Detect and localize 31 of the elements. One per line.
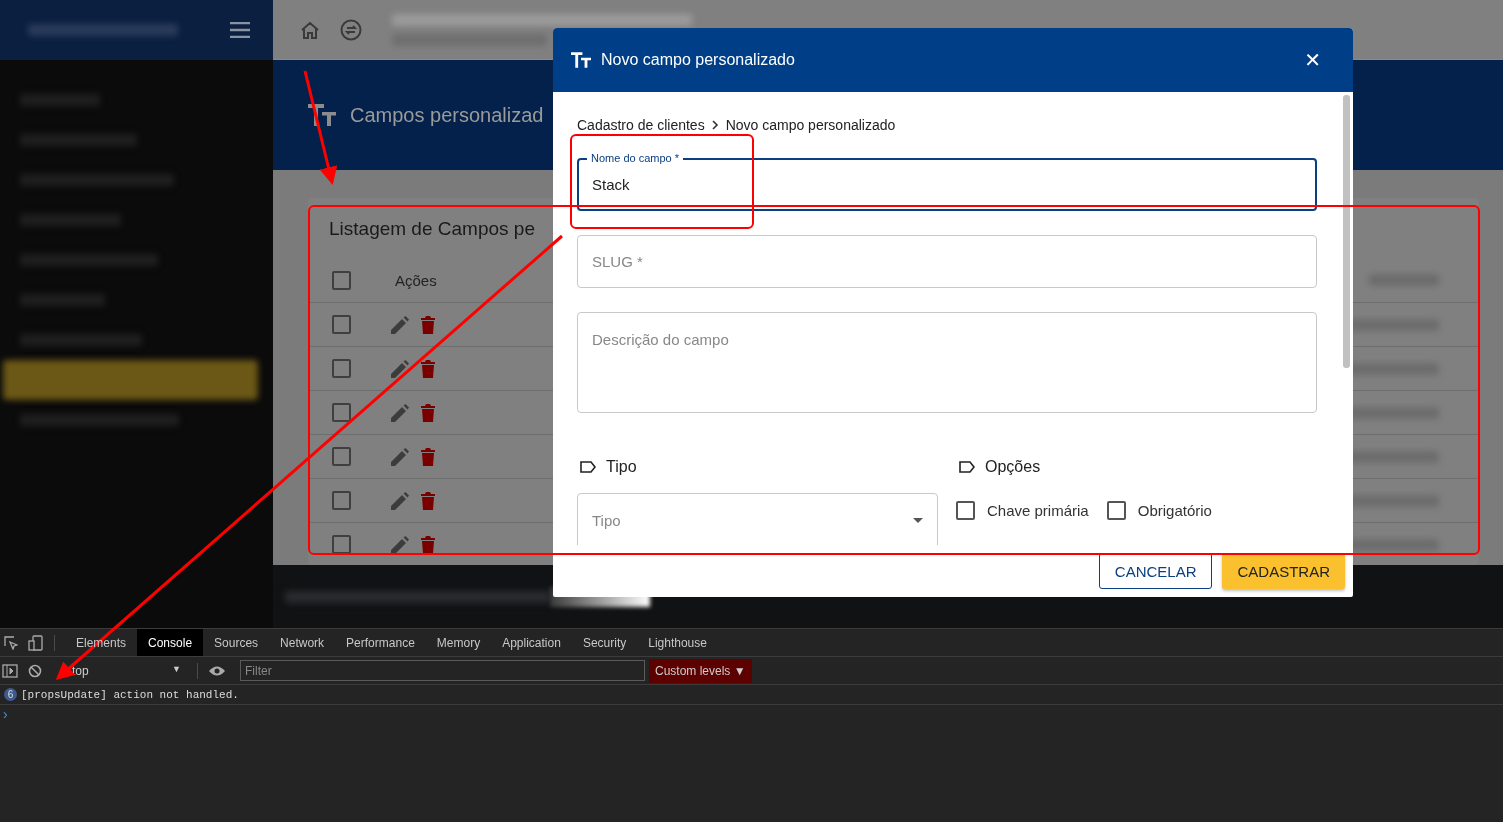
count-badge: 6 [4, 688, 17, 701]
cancel-button[interactable]: CANCELAR [1098, 553, 1213, 589]
devtools-tab[interactable]: Memory [425, 629, 492, 656]
breadcrumb-current: Novo campo personalizado [725, 117, 896, 133]
card-title: Listagem de Campos pe [328, 218, 536, 241]
column-header: Ações [395, 271, 437, 289]
breadcrumb-link[interactable]: Cadastro de clientes [577, 117, 705, 133]
devtools-tab[interactable]: Console [137, 629, 204, 656]
textarea-field[interactable]: Descrição do campo [577, 312, 1317, 413]
field-label: Nome do campo * [587, 152, 684, 164]
page-title: Campos personalizad [350, 103, 544, 127]
devtools-tab[interactable]: Security [571, 629, 638, 656]
devtools-tab[interactable]: Performance [335, 629, 426, 656]
devtools-tab[interactable]: Application [491, 629, 572, 656]
context-dropdown[interactable]: top ▼ [52, 663, 187, 678]
levels-dropdown[interactable]: Custom levels ▼ [649, 658, 752, 683]
section-heading: Tipo [606, 458, 637, 476]
console-prompt[interactable]: › [3, 706, 8, 722]
section-heading: Opções [985, 458, 1041, 476]
close-button[interactable]: ✕ [1304, 48, 1321, 72]
devtools-tab[interactable]: Network [269, 629, 336, 656]
dialog-title: Novo campo personalizado [601, 51, 796, 69]
checkbox-label: Obrigatório [1137, 502, 1212, 519]
submit-button[interactable]: CADASTRAR [1222, 553, 1345, 589]
input-field[interactable]: SLUG * [577, 235, 1317, 288]
console-message: [propsUpdate] action not handled. [21, 688, 239, 701]
devtools-tab[interactable]: Lighthouse [637, 629, 718, 656]
select-field[interactable]: Tipo [577, 493, 938, 545]
devtools-tab[interactable]: Sources [203, 629, 270, 656]
checkbox-label: Chave primária [987, 502, 1089, 519]
filter-field[interactable]: Filter [240, 660, 645, 681]
